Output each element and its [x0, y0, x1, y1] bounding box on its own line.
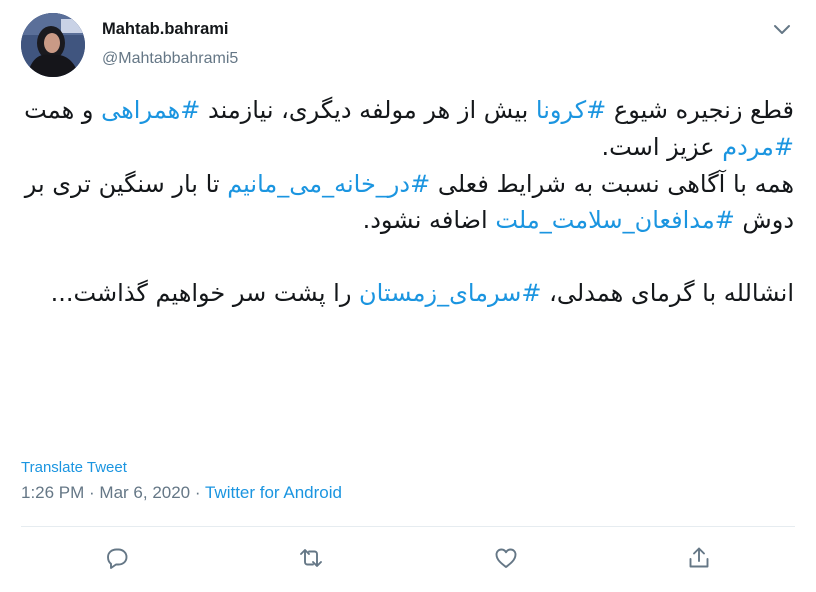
tweet-time[interactable]: 1:26 PM — [21, 483, 84, 502]
caret-down-icon[interactable] — [771, 18, 793, 40]
hashtag-link[interactable]: #مردم — [722, 133, 794, 161]
share-icon[interactable] — [686, 545, 712, 571]
hashtag-link[interactable]: #در_خانه_می_مانیم — [227, 170, 430, 198]
tweet-text-segment: را پشت سر خواهیم گذاشت... — [50, 279, 360, 308]
tweet-date[interactable]: Mar 6, 2020 — [99, 483, 190, 502]
like-icon[interactable] — [493, 545, 519, 571]
tweet-text: قطع زنجیره شیوع #کرونا بیش از هر مولفه د… — [4, 92, 794, 312]
tweet-paragraph-3: انشالله با گرمای همدلی، #سرمای_زمستان را… — [4, 275, 794, 312]
tweet-text-segment: انشالله با گرمای همدلی، — [541, 279, 794, 308]
tweet-text-segment: اضافه نشود. — [362, 206, 496, 235]
author-handle[interactable]: @Mahtabbahrami5 — [102, 50, 238, 68]
tweet-source-link[interactable]: Twitter for Android — [205, 483, 342, 502]
tweet-text-segment: عزیز است. — [601, 132, 723, 161]
translate-tweet-link[interactable]: Translate Tweet — [21, 459, 127, 476]
hashtag-link[interactable]: #همراهی — [101, 96, 200, 124]
tweet-meta: 1:26 PM · Mar 6, 2020 · Twitter for Andr… — [21, 483, 342, 503]
divider — [21, 526, 795, 527]
hashtag-link[interactable]: #کرونا — [536, 96, 606, 124]
tweet-text-segment: و همت — [24, 96, 102, 124]
tweet-paragraph-1: قطع زنجیره شیوع #کرونا بیش از هر مولفه د… — [4, 92, 794, 166]
avatar-image — [21, 13, 85, 77]
tweet-text-segment: قطع زنجیره شیوع — [606, 96, 794, 124]
meta-separator: · — [190, 483, 205, 502]
meta-separator: · — [84, 483, 100, 502]
hashtag-link[interactable]: #سرمای_زمستان — [359, 279, 541, 307]
hashtag-link[interactable]: #مدافعان_سلامت_ملت — [495, 206, 734, 234]
author-name[interactable]: Mahtab.bahrami — [102, 20, 229, 39]
reply-icon[interactable] — [104, 545, 130, 571]
avatar[interactable] — [21, 13, 85, 77]
retweet-icon[interactable] — [298, 545, 324, 571]
tweet-text-segment: بیش از هر مولفه دیگری، نیازمند — [200, 96, 536, 124]
tweet-text-segment: همه با آگاهی نسبت به شرایط فعلی — [430, 169, 794, 198]
tweet-paragraph-2: همه با آگاهی نسبت به شرایط فعلی #در_خانه… — [4, 166, 794, 240]
